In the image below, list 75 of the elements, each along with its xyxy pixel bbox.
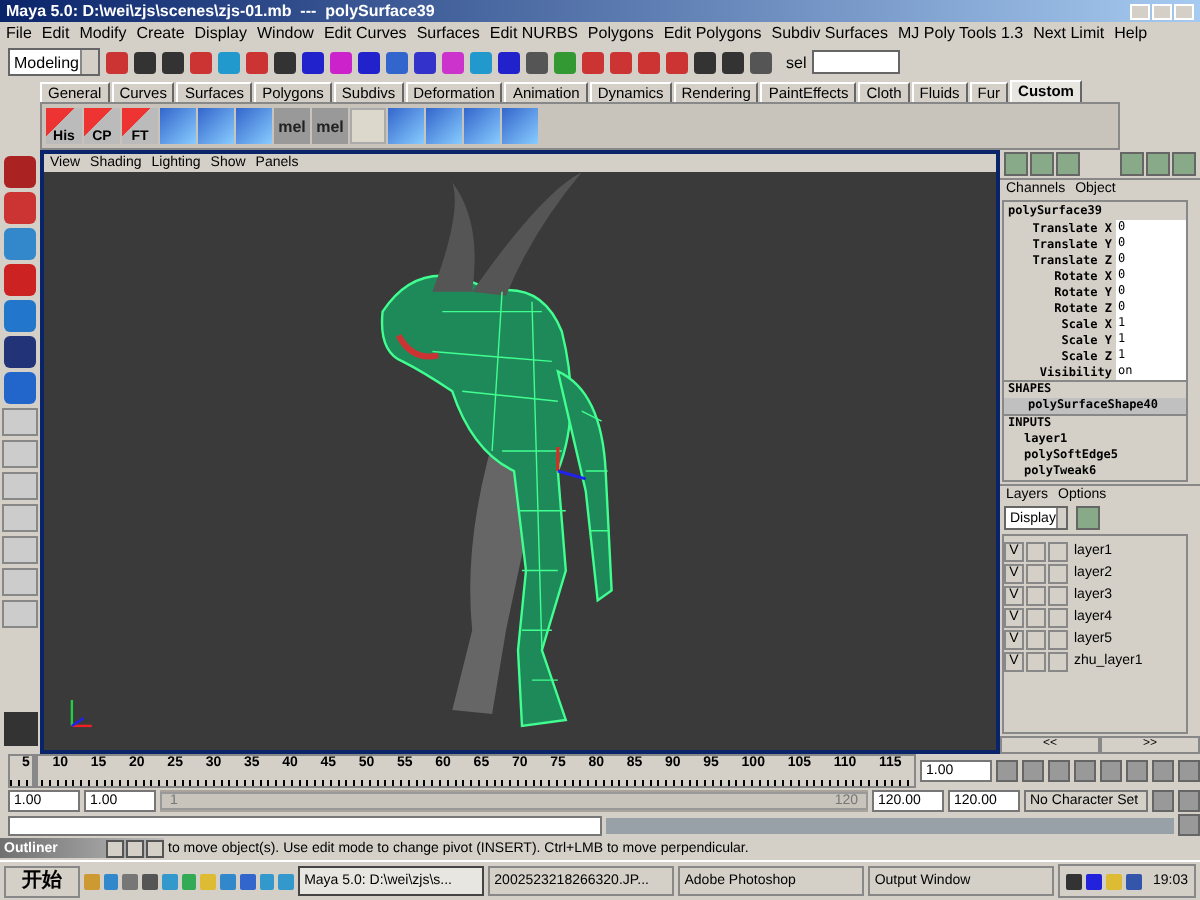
shelf-tool-icon[interactable] — [160, 108, 196, 144]
layout-icon[interactable] — [2, 536, 38, 564]
playback-icon[interactable] — [1152, 760, 1174, 782]
playback-icon[interactable] — [1022, 760, 1044, 782]
panel-layout-icon[interactable] — [1030, 152, 1054, 176]
tool-icon[interactable] — [498, 51, 520, 73]
menu-item[interactable]: Edit Polygons — [663, 24, 762, 42]
playback-icon[interactable] — [1074, 760, 1096, 782]
menu-item[interactable]: Create — [136, 24, 185, 42]
panel-layout-icon[interactable] — [1056, 152, 1080, 176]
menu-item[interactable]: Help — [1114, 24, 1148, 42]
current-frame-marker[interactable] — [31, 756, 38, 786]
tool-icon[interactable] — [4, 156, 36, 188]
playback-icon[interactable] — [1178, 760, 1200, 782]
mel-button[interactable]: mel — [274, 108, 310, 144]
tool-icon[interactable] — [4, 336, 36, 368]
shelf-tool-icon[interactable] — [502, 108, 538, 144]
layout-icon[interactable] — [2, 504, 38, 532]
window-title: Maya 5.0: D:\wei\zjs\scenes\zjs-01.mb --- polySurface39 — [6, 2, 435, 20]
tool-icon[interactable] — [134, 51, 156, 73]
color-swatch[interactable] — [1048, 563, 1068, 583]
tool-icon[interactable] — [274, 51, 296, 73]
selection-label[interactable]: sel — [786, 53, 807, 71]
menu-item[interactable]: Modify — [79, 24, 127, 42]
menu-item[interactable]: Edit Curves — [323, 24, 407, 42]
layout-icon[interactable] — [2, 440, 38, 468]
tool-icon[interactable] — [302, 51, 324, 73]
shelf-tool-icon[interactable] — [388, 108, 424, 144]
layout-icon[interactable] — [2, 472, 38, 500]
layout-icon[interactable] — [2, 600, 38, 628]
menu-item[interactable]: Next Limit — [1033, 24, 1105, 42]
restore-button[interactable] — [106, 839, 124, 857]
color-swatch[interactable] — [1048, 629, 1068, 649]
maximize-button[interactable] — [126, 839, 144, 857]
start-button[interactable]: 开始 — [4, 865, 80, 897]
layout-icon[interactable] — [2, 568, 38, 596]
menu-item[interactable]: Subdiv Surfaces — [771, 24, 889, 42]
panel-layout-icon[interactable] — [1004, 152, 1028, 176]
menu-item[interactable]: Edit NURBS — [489, 24, 578, 42]
menu-item[interactable]: Edit — [41, 24, 70, 42]
tool-icon[interactable] — [162, 51, 184, 73]
tool-icon[interactable] — [694, 51, 716, 73]
color-swatch[interactable] — [1048, 541, 1068, 561]
layout-icon[interactable] — [2, 408, 38, 436]
playback-icon[interactable] — [1100, 760, 1122, 782]
tool-icon[interactable] — [386, 51, 408, 73]
menu-item[interactable]: Surfaces — [416, 24, 480, 42]
menu-item[interactable]: Display — [194, 24, 247, 42]
tool-icon[interactable] — [358, 51, 380, 73]
tool-icon[interactable] — [722, 51, 744, 73]
playback-icon[interactable] — [1048, 760, 1070, 782]
menu-item[interactable]: MJ Poly Tools 1.3 — [898, 24, 1024, 42]
mel-button[interactable]: mel — [312, 108, 348, 144]
shelf-tool-icon[interactable] — [236, 108, 272, 144]
color-swatch[interactable] — [1048, 607, 1068, 627]
shelf-tool-icon[interactable] — [464, 108, 500, 144]
tool-icon[interactable] — [750, 51, 772, 73]
shelf-tool-icon[interactable] — [198, 108, 234, 144]
move-manipulator-icon — [556, 447, 587, 481]
menu-item[interactable]: File — [6, 24, 32, 42]
shelf-tool-icon[interactable] — [426, 108, 462, 144]
command-line-field[interactable] — [8, 815, 602, 835]
close-button[interactable] — [146, 839, 164, 857]
selection-field[interactable] — [812, 50, 901, 74]
menu-set-dropdown[interactable]: Modeling — [8, 48, 100, 76]
axis-icon — [70, 700, 92, 728]
tool-icon[interactable] — [526, 51, 548, 73]
menu-item[interactable]: Polygons — [587, 24, 654, 42]
playback-icon[interactable] — [996, 760, 1018, 782]
playback-icon[interactable] — [1126, 760, 1148, 782]
minimize-button[interactable] — [1130, 3, 1150, 19]
tool-icon[interactable] — [414, 51, 436, 73]
menu-item[interactable]: Window — [257, 24, 314, 42]
color-swatch[interactable] — [1048, 651, 1068, 671]
color-swatch[interactable] — [1048, 585, 1068, 605]
